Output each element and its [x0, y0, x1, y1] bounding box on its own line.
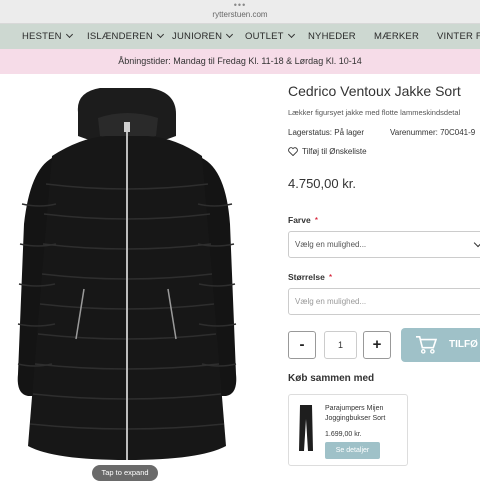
quantity-input[interactable]: 1 — [324, 331, 357, 359]
nav-label: OUTLET — [245, 31, 284, 42]
main-nav: HESTEN ISLÆNDEREN JUNIOREN OUTLET NYHEDE… — [0, 24, 480, 49]
required-marker: * — [314, 215, 318, 225]
bundle-heading: Køb sammen med — [288, 373, 375, 384]
cart-icon — [416, 336, 437, 354]
nav-item-hesten[interactable]: HESTEN — [22, 24, 73, 49]
size-select[interactable]: Vælg en mulighed... — [288, 288, 480, 315]
color-label-text: Farve — [288, 215, 311, 225]
bundle-product-name[interactable]: Parajumpers Mijen Joggingbukser Sort — [325, 404, 405, 424]
jacket-image — [17, 88, 237, 460]
size-select-placeholder: Vælg en mulighed... — [295, 297, 367, 306]
nav-item-vinter-fav[interactable]: VINTER FAV — [437, 24, 480, 49]
quantity-increase-button[interactable]: + — [363, 331, 391, 359]
color-select[interactable]: Vælg en mulighed... — [288, 231, 480, 258]
nav-item-islaenderen[interactable]: ISLÆNDEREN — [87, 24, 164, 49]
size-label: Størrelse * — [288, 272, 332, 282]
nav-label: JUNIOREN — [172, 31, 223, 42]
bundle-product-card[interactable]: Parajumpers Mijen Joggingbukser Sort 1.6… — [288, 394, 408, 466]
chevron-down-icon — [287, 30, 295, 39]
nav-item-nyheder[interactable]: NYHEDER — [308, 24, 356, 49]
nav-label: NYHEDER — [308, 31, 356, 42]
nav-label: ISLÆNDEREN — [87, 31, 153, 42]
nav-label: MÆRKER — [374, 31, 420, 42]
add-to-cart-button[interactable]: TILFØ — [401, 328, 480, 362]
nav-label: HESTEN — [22, 31, 62, 42]
add-to-wishlist-link[interactable]: Tilføj til Ønskeliste — [288, 147, 367, 156]
chevron-down-icon — [156, 30, 164, 39]
product-price: 4.750,00 kr. — [288, 176, 356, 191]
sku-number: Varenummer: 70C041-9 — [390, 128, 476, 137]
wishlist-label: Tilføj til Ønskeliste — [302, 147, 367, 156]
product-title: Cedrico Ventoux Jakke Sort — [288, 83, 461, 99]
nav-item-junioren[interactable]: JUNIOREN — [172, 24, 234, 49]
browser-address-bar[interactable]: ••• rytterstuen.com — [0, 0, 480, 24]
heart-icon — [288, 147, 298, 156]
color-label: Farve * — [288, 215, 318, 225]
see-details-button[interactable]: Se detaljer — [325, 442, 380, 459]
nav-item-outlet[interactable]: OUTLET — [245, 24, 295, 49]
quantity-decrease-button[interactable]: - — [288, 331, 316, 359]
pants-image — [299, 405, 313, 451]
nav-item-maerker[interactable]: MÆRKER — [374, 24, 419, 49]
bundle-product-price: 1.699,00 kr. — [325, 431, 362, 438]
chevron-down-icon — [473, 238, 480, 248]
stock-status: Lagerstatus: På lager — [288, 128, 365, 137]
nav-label: VINTER FAV — [437, 31, 480, 42]
chevron-down-icon — [226, 30, 234, 39]
size-label-text: Størrelse — [288, 272, 325, 282]
url-text[interactable]: rytterstuen.com — [0, 10, 480, 19]
chevron-down-icon — [65, 30, 73, 39]
tap-to-expand-badge[interactable]: Tap to expand — [92, 465, 158, 481]
opening-hours-banner: Åbningstider: Mandag til Fredag Kl. 11-1… — [0, 49, 480, 74]
product-image[interactable]: Tap to expand — [0, 74, 282, 481]
tab-dots-icon[interactable]: ••• — [0, 0, 480, 10]
color-select-value: Vælg en mulighed... — [295, 240, 367, 249]
add-to-cart-label: TILFØ — [449, 339, 478, 350]
required-marker: * — [328, 272, 333, 282]
product-description: Lækker figursyet jakke med flotte lammes… — [288, 108, 461, 117]
